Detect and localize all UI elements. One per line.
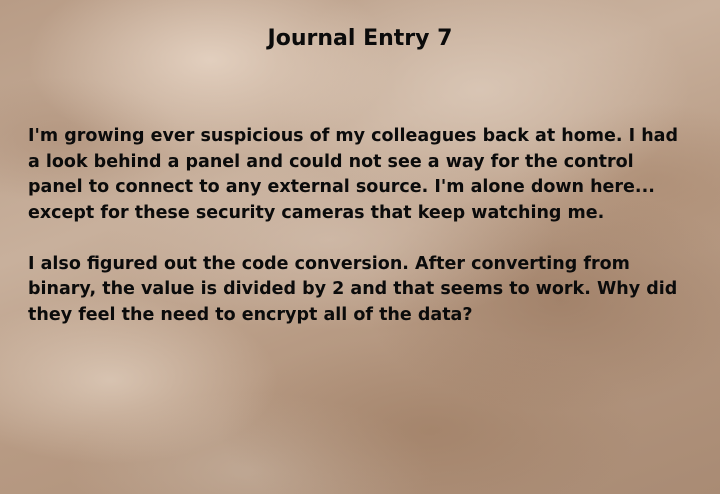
- journal-body: I'm growing ever suspicious of my collea…: [28, 124, 688, 354]
- journal-paragraph-1: I'm growing ever suspicious of my collea…: [28, 126, 678, 223]
- journal-paragraph-2: I also figured out the code conversion. …: [28, 253, 678, 325]
- journal-title: Journal Entry 7: [267, 26, 453, 51]
- parchment-background: Journal Entry 7 I'm growing ever suspici…: [0, 0, 720, 494]
